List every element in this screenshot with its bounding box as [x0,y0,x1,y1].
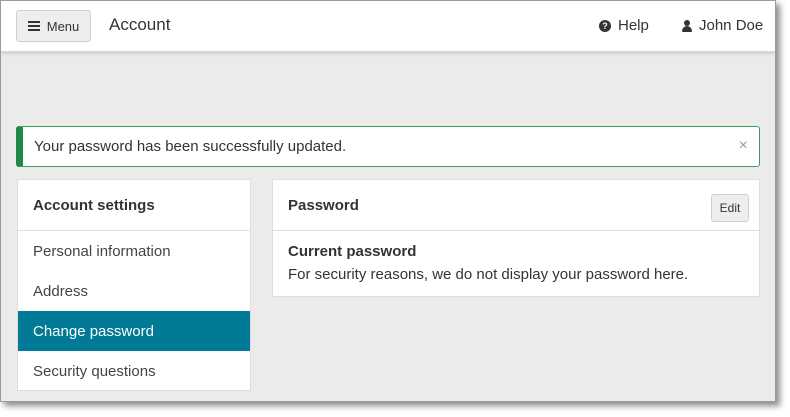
sidebar-item-address[interactable]: Address [18,271,250,311]
sidebar-item-change-password[interactable]: Change password [18,311,250,351]
help-link[interactable]: ? Help [599,17,649,34]
success-alert: Your password has been successfully upda… [16,126,760,167]
password-panel-title: Password [288,196,359,214]
menu-button-label: Menu [46,18,80,34]
help-label: Help [618,17,649,34]
close-icon[interactable]: × [739,137,748,155]
alert-message: Your password has been successfully upda… [34,138,347,155]
user-menu[interactable]: John Doe [682,17,763,34]
user-icon [682,19,692,32]
sidebar-item-security-questions[interactable]: Security questions [18,351,250,391]
current-password-note: For security reasons, we do not display … [288,266,689,283]
top-navbar: Menu Account ? Help John Doe [1,1,775,52]
question-circle-icon: ? [599,19,611,32]
password-panel-heading: Password Edit [273,180,759,231]
browser-frame: Menu Account ? Help John Doe Your passwo… [0,0,776,402]
page-title: Account [109,15,171,34]
account-settings-heading: Account settings [18,180,250,231]
current-password-label: Current password [288,243,417,260]
menu-button[interactable]: Menu [16,10,91,42]
user-name: John Doe [699,17,764,34]
sidebar-item-personal-information[interactable]: Personal information [18,231,250,271]
edit-button[interactable]: Edit [711,194,749,222]
password-panel-body: Current password For security reasons, w… [273,231,759,287]
password-panel: Password Edit Current password For secur… [272,179,760,297]
hamburger-icon [27,21,40,31]
account-settings-panel: Account settings Personal information Ad… [17,179,251,391]
